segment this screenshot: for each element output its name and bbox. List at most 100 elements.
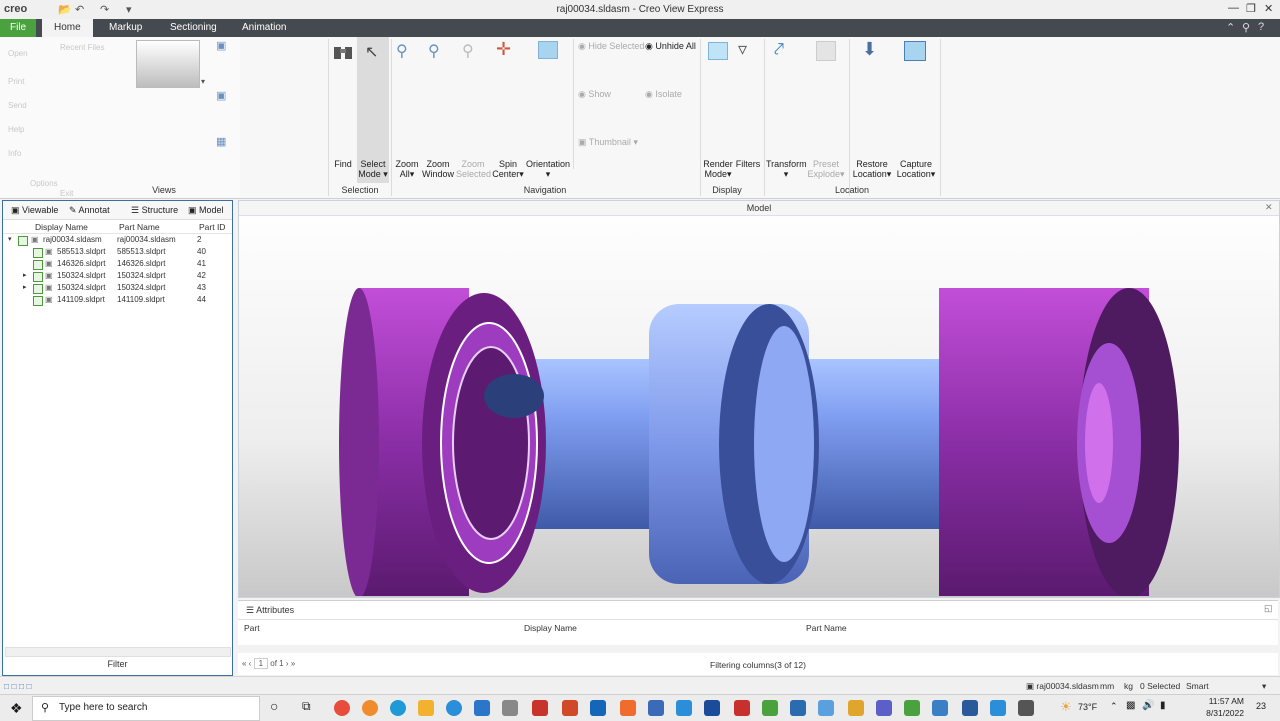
app-icon[interactable] [990, 700, 1006, 716]
tab-file[interactable]: File [0, 19, 37, 37]
zoom-selected-button[interactable]: Zoom Selected [456, 159, 491, 179]
app-icon[interactable] [446, 700, 462, 716]
restore-location-button[interactable]: Restore Location▾ [852, 159, 892, 179]
tree-row[interactable]: ▸ ▣ 150324.sldprt 150324.sldprt 42 [3, 271, 232, 283]
visibility-checkbox[interactable] [33, 272, 43, 282]
render-mode-button[interactable]: Render Mode▾ [702, 159, 734, 179]
status-units-mass[interactable]: kg [1124, 681, 1133, 691]
tab-home[interactable]: Home [42, 19, 93, 37]
tab-sectioning[interactable]: Sectioning [158, 19, 229, 37]
filter-label[interactable]: Filter [3, 659, 232, 669]
preset-explode-button[interactable]: Preset Explode▾ [806, 159, 846, 179]
creo-view-icon[interactable] [904, 700, 920, 716]
collapse-ribbon-icon[interactable]: ⌃ [1226, 21, 1235, 34]
tray-chevron-icon[interactable]: ⌃ [1110, 701, 1118, 712]
maximize-panel-icon[interactable]: ◱ [1264, 603, 1273, 614]
attr-col-display-name[interactable]: Display Name [524, 623, 577, 633]
isolate-button[interactable]: ◉ Isolate [645, 89, 682, 100]
app-icon[interactable] [734, 700, 750, 716]
app-icon[interactable] [818, 700, 834, 716]
battery-icon[interactable]: ▮ [1160, 700, 1166, 711]
acrobat-icon[interactable] [532, 700, 548, 716]
spin-center-button[interactable]: Spin Center▾ [490, 159, 526, 179]
views-more-icon[interactable]: ▾ [201, 77, 205, 86]
file-options-item[interactable]: Options [30, 177, 58, 190]
visibility-checkbox[interactable] [33, 284, 43, 294]
thumbnail-button[interactable]: ▣ Thumbnail ▾ [578, 137, 638, 148]
views-thumbnail[interactable] [136, 40, 200, 88]
app-icon[interactable] [962, 700, 978, 716]
tree-row[interactable]: ▸ ▣ 150324.sldprt 150324.sldprt 43 [3, 283, 232, 295]
store-icon[interactable] [474, 700, 490, 716]
app-icon[interactable] [932, 700, 948, 716]
zoom-all-icon[interactable]: ⚲ [396, 41, 408, 61]
views-save-icon[interactable]: ▣ [216, 39, 226, 52]
expand-icon[interactable]: ▸ [23, 283, 27, 291]
zoom-window-button[interactable]: Zoom Window [422, 159, 454, 179]
chevron-down-icon[interactable]: ▾ [1262, 681, 1266, 692]
app-icon[interactable] [762, 700, 778, 716]
transform-button[interactable]: Transform ▾ [766, 159, 807, 179]
windows-start-icon[interactable]: ❖ [10, 700, 23, 717]
restore-location-icon[interactable]: ⬇ [862, 39, 877, 60]
maximize-button[interactable]: ❐ [1246, 2, 1256, 15]
taskbar-search[interactable]: ⚲ Type here to search [32, 696, 260, 721]
tab-model[interactable]: ▣ Model [188, 205, 224, 216]
powerpoint-icon[interactable] [562, 700, 578, 716]
tab-structure[interactable]: ☰ Structure [131, 205, 178, 216]
app-icon[interactable] [502, 700, 518, 716]
transform-icon[interactable]: ⤤ [774, 39, 784, 60]
app-icon[interactable] [648, 700, 664, 716]
hide-selected-button[interactable]: ◉ Hide Selected [578, 41, 644, 52]
viewport-close-icon[interactable]: ✕ [1265, 202, 1273, 213]
outlook-icon[interactable] [590, 700, 606, 716]
attr-col-part-name[interactable]: Part Name [806, 623, 847, 633]
capture-location-icon[interactable] [904, 41, 926, 61]
tree-row[interactable]: ▣ 141109.sldprt 141109.sldprt 44 [3, 295, 232, 307]
clock-time[interactable]: 11:57 AM [1200, 696, 1244, 706]
app-icon[interactable] [848, 700, 864, 716]
teams-icon[interactable] [876, 700, 892, 716]
select-mode-button[interactable]: ↖ Select Mode ▾ [357, 37, 389, 183]
help-icon[interactable]: ? [1258, 21, 1264, 33]
orientation-button[interactable]: Orientation ▾ [526, 159, 570, 179]
unhide-all-button[interactable]: ◉ Unhide All [645, 41, 696, 52]
visibility-checkbox[interactable] [33, 260, 43, 270]
attr-col-part[interactable]: Part [244, 623, 260, 633]
volume-icon[interactable]: 🔊 [1142, 700, 1154, 711]
find-button[interactable] [330, 41, 356, 63]
visibility-checkbox[interactable] [18, 236, 28, 246]
tab-animation[interactable]: Animation [230, 19, 298, 37]
tree-row[interactable]: ▣ 146326.sldprt 146326.sldprt 41 [3, 259, 232, 271]
clock-date[interactable]: 8/31/2022 [1200, 708, 1244, 718]
spin-center-icon[interactable]: ✛ [496, 39, 511, 60]
layout-icons[interactable]: □ □ □ □ [4, 681, 32, 691]
model-viewport[interactable]: Model ✕ [238, 200, 1280, 598]
find-label[interactable]: Find [330, 159, 356, 169]
tab-annotations[interactable]: ✎ Annotat [69, 205, 110, 216]
notifications-badge[interactable]: 23 [1256, 701, 1266, 711]
file-print-item[interactable]: Print [8, 75, 24, 88]
horizontal-scrollbar[interactable] [238, 645, 1278, 653]
orientation-icon[interactable] [538, 41, 558, 59]
status-units-length[interactable]: mm [1100, 681, 1114, 691]
network-icon[interactable]: ▩ [1126, 700, 1135, 711]
edge-icon[interactable] [390, 700, 406, 716]
app-icon[interactable] [676, 700, 692, 716]
file-help-item[interactable]: Help [8, 123, 24, 136]
views-add-icon[interactable]: ▣ [216, 89, 226, 102]
brave-icon[interactable] [620, 700, 636, 716]
app-icon[interactable] [1018, 700, 1034, 716]
expand-icon[interactable]: ▾ [8, 235, 12, 243]
close-button[interactable]: ✕ [1264, 2, 1273, 15]
app-icon[interactable] [704, 700, 720, 716]
weather-icon[interactable]: ☀ [1060, 699, 1072, 715]
visibility-checkbox[interactable] [33, 248, 43, 258]
file-info-item[interactable]: Info [8, 147, 21, 160]
selection-filter-select[interactable]: Smart [1186, 681, 1209, 691]
chrome-icon[interactable] [334, 700, 350, 716]
visibility-checkbox[interactable] [33, 296, 43, 306]
render-mode-icon[interactable] [708, 42, 728, 60]
tree-row[interactable]: ▾ ▣ raj00034.sldasm raj00034.sldasm 2 [3, 235, 232, 247]
tab-viewable[interactable]: ▣ Viewable [11, 205, 58, 216]
